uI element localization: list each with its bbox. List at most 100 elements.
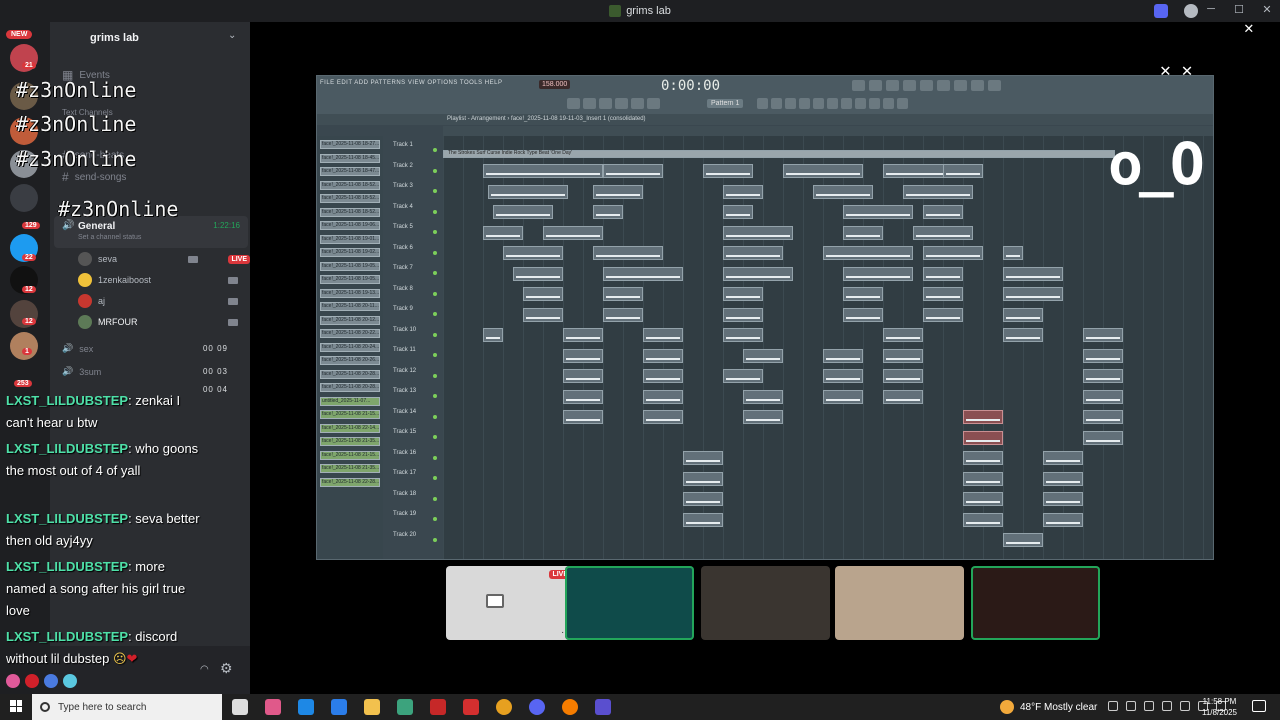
- fl-track-header[interactable]: Track 5: [393, 224, 413, 230]
- fl-track-header[interactable]: Track 10: [393, 327, 416, 333]
- fl-track-header[interactable]: Track 2: [393, 163, 413, 169]
- fl-browser-clip[interactable]: face!_2025-11-08 20-22...: [320, 329, 380, 338]
- app-icon[interactable]: [397, 699, 413, 715]
- discord-icon[interactable]: [529, 699, 545, 715]
- fl-track-header[interactable]: Track 18: [393, 491, 416, 497]
- chevron-up-icon[interactable]: [1108, 701, 1118, 711]
- fl-track-led[interactable]: [433, 209, 437, 214]
- fl-browser-clip[interactable]: untitled_2025-11-07...: [320, 396, 380, 406]
- inbox-icon[interactable]: [1154, 4, 1168, 18]
- fl-browser-clip[interactable]: face!_2025-11-08 19-06...: [320, 221, 380, 230]
- help-icon[interactable]: [1184, 4, 1198, 18]
- fl-track-header[interactable]: Track 16: [393, 450, 416, 456]
- fl-browser-clip[interactable]: face!_2025-11-08 19-05...: [320, 261, 380, 271]
- fl-studio-icon[interactable]: [562, 699, 578, 715]
- fl-browser-clip[interactable]: face!_2025-11-08 20-24...: [320, 342, 380, 352]
- fl-browser-clip[interactable]: face!_2025-11-08 18-52...: [320, 207, 380, 217]
- volume-icon[interactable]: [1162, 701, 1172, 711]
- channel-send-songs[interactable]: # send-songs: [62, 170, 126, 184]
- fl-browser-clip[interactable]: face!_2025-11-08 20-28...: [320, 383, 380, 392]
- fl-browser-clip[interactable]: face!_2025-11-08 20-28...: [320, 369, 380, 379]
- fl-track-led[interactable]: [433, 414, 437, 419]
- chevron-down-icon[interactable]: ⌄: [228, 30, 236, 41]
- fl-track-led[interactable]: [433, 189, 437, 193]
- edge-icon[interactable]: [298, 699, 314, 715]
- fl-browser-clip[interactable]: face!_2025-11-08 22-28...: [320, 477, 380, 487]
- fl-track-led[interactable]: [433, 537, 437, 542]
- video-tile-user[interactable]: [971, 566, 1100, 640]
- fl-browser-clip[interactable]: face!_2025-11-08 21-35...: [320, 437, 380, 446]
- fl-track-header[interactable]: Track 4: [393, 204, 413, 210]
- fl-browser-clip[interactable]: face!_2025-11-08 18-27...: [320, 140, 380, 149]
- fl-track-led[interactable]: [433, 332, 437, 337]
- fl-track-led[interactable]: [433, 496, 437, 501]
- fl-browser-clip[interactable]: face!_2025-11-08 19-02...: [320, 248, 380, 257]
- store-icon[interactable]: [331, 699, 347, 715]
- video-tile-user[interactable]: [565, 566, 694, 640]
- taskbar-search[interactable]: Type here to search: [32, 694, 222, 720]
- fl-track-header[interactable]: Track 8: [393, 286, 413, 292]
- voice-user[interactable]: MRFOUR: [78, 315, 238, 329]
- fl-track-header[interactable]: Track 12: [393, 368, 416, 374]
- gear-icon[interactable]: ⚙: [220, 660, 233, 677]
- fl-browser-clip[interactable]: face!_2025-11-08 19-13...: [320, 288, 380, 298]
- voice-user[interactable]: aj: [78, 294, 238, 308]
- task-view-icon[interactable]: [232, 699, 248, 715]
- fl-track-led[interactable]: [433, 435, 437, 439]
- minimize-button[interactable]: ─: [1204, 3, 1218, 16]
- video-tile-stream[interactable]: LIVE ···: [446, 566, 575, 640]
- fl-track-header[interactable]: Track 3: [393, 183, 413, 189]
- tray-icon[interactable]: [1144, 701, 1154, 711]
- windows-start-icon[interactable]: [10, 700, 22, 712]
- fl-browser-clip[interactable]: face!_2025-11-08 22-14...: [320, 423, 380, 433]
- microphone-icon[interactable]: [1180, 701, 1190, 711]
- server-icon[interactable]: [10, 184, 38, 212]
- fl-track-led[interactable]: [433, 168, 437, 173]
- fl-track-led[interactable]: [433, 353, 437, 357]
- fl-track-led[interactable]: [433, 517, 437, 521]
- fl-track-header[interactable]: Track 14: [393, 409, 416, 415]
- fl-track-header[interactable]: Track 15: [393, 429, 416, 435]
- app-icon[interactable]: [595, 699, 611, 715]
- tray-icon[interactable]: [1126, 701, 1136, 711]
- fl-browser-clip[interactable]: face!_2025-11-08 18-47...: [320, 167, 380, 176]
- clock[interactable]: 11:58 PM 11/8/2025: [1202, 696, 1237, 718]
- maximize-button[interactable]: ☐: [1232, 3, 1246, 16]
- fl-track-led[interactable]: [433, 250, 437, 255]
- notification-icon[interactable]: [1252, 700, 1266, 712]
- fl-browser-clip[interactable]: face!_2025-11-08 20-26...: [320, 356, 380, 365]
- fl-track-header[interactable]: Track 13: [393, 388, 416, 394]
- fl-track-led[interactable]: [433, 394, 437, 398]
- fl-track-led[interactable]: [433, 230, 437, 234]
- fl-track-led[interactable]: [433, 373, 437, 378]
- app-icon[interactable]: [463, 699, 479, 715]
- server-icon[interactable]: [10, 332, 38, 360]
- file-explorer-icon[interactable]: [364, 699, 380, 715]
- fl-track-led[interactable]: [433, 312, 437, 316]
- chrome-icon[interactable]: [496, 699, 512, 715]
- fl-track-led[interactable]: [433, 455, 437, 460]
- fl-track-header[interactable]: Track 17: [393, 470, 416, 476]
- video-tile-user[interactable]: [701, 566, 830, 640]
- fl-browser-clip[interactable]: face!_2025-11-08 18-52...: [320, 194, 380, 203]
- fl-track-header[interactable]: Track 1: [393, 142, 413, 148]
- fl-track-led[interactable]: [433, 148, 437, 152]
- fl-track-header[interactable]: Track 6: [393, 245, 413, 251]
- fl-track-header[interactable]: Track 7: [393, 265, 413, 271]
- guild-name[interactable]: grims lab: [90, 32, 139, 44]
- fl-track-header[interactable]: Track 20: [393, 532, 416, 538]
- app-icon[interactable]: [430, 699, 446, 715]
- fl-browser-clip[interactable]: face!_2025-11-08 21-35...: [320, 464, 380, 473]
- fl-browser-clip[interactable]: face!_2025-11-08 21-15...: [320, 410, 380, 419]
- fl-browser-clip[interactable]: face!_2025-11-08 18-45...: [320, 153, 380, 163]
- fl-track-led[interactable]: [433, 271, 437, 275]
- copilot-icon[interactable]: [265, 699, 281, 715]
- video-tile-user[interactable]: [835, 566, 964, 640]
- voice-channel-3sum[interactable]: 🔊 3sum 00 03: [62, 366, 240, 377]
- fl-track-led[interactable]: [433, 291, 437, 296]
- fl-track-header[interactable]: Track 11: [393, 347, 416, 353]
- close-button[interactable]: ✕: [1260, 3, 1274, 16]
- channel-status[interactable]: Set a channel status: [78, 234, 141, 241]
- fl-browser-clip[interactable]: face!_2025-11-08 19-05...: [320, 275, 380, 284]
- fl-browser-clip[interactable]: face!_2025-11-08 21-15...: [320, 450, 380, 460]
